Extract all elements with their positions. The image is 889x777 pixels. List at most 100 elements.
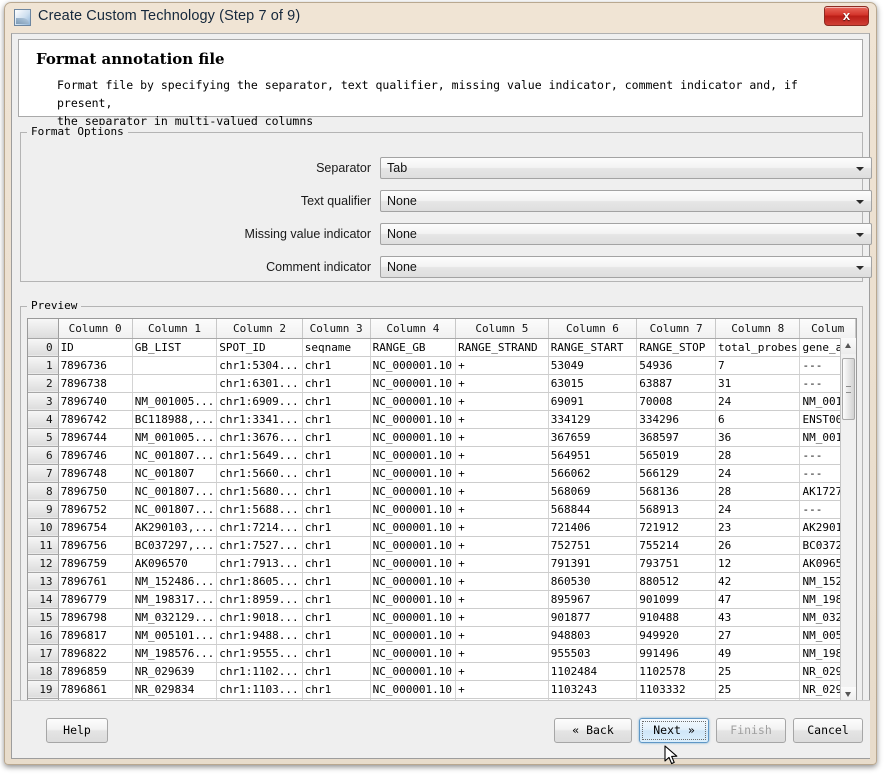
table-cell[interactable]: + — [456, 590, 549, 608]
table-cell[interactable]: chr1:3676... — [217, 428, 303, 446]
table-cell[interactable]: 568136 — [637, 482, 716, 500]
row-header[interactable]: 7 — [28, 464, 58, 482]
close-button[interactable]: x — [824, 6, 869, 26]
table-cell[interactable]: 12 — [716, 554, 800, 572]
cancel-button[interactable]: Cancel — [793, 718, 863, 743]
table-cell[interactable]: 47 — [716, 590, 800, 608]
table-cell[interactable]: 991496 — [637, 644, 716, 662]
table-cell[interactable]: 27 — [716, 626, 800, 644]
comment-indicator-dropdown[interactable]: None — [380, 256, 872, 278]
table-cell[interactable]: 7896822 — [58, 644, 132, 662]
table-cell[interactable]: 28 — [716, 482, 800, 500]
table-cell[interactable]: NC_000001.10 — [370, 590, 456, 608]
table-cell[interactable]: chr1:5649... — [217, 446, 303, 464]
table-cell[interactable]: NC_000001.10 — [370, 680, 456, 698]
table-cell[interactable]: 7896761 — [58, 572, 132, 590]
table-cell[interactable]: chr1 — [302, 626, 370, 644]
row-header[interactable]: 18 — [28, 662, 58, 680]
table-row[interactable]: 87896750NC_001807...chr1:5680...chr1NC_0… — [28, 482, 856, 500]
column-header-9[interactable]: Colum — [800, 319, 856, 338]
table-cell[interactable]: chr1:7214... — [217, 518, 303, 536]
table-cell[interactable]: chr1 — [302, 662, 370, 680]
table-cell[interactable]: 7896817 — [58, 626, 132, 644]
table-cell[interactable]: + — [456, 536, 549, 554]
table-cell[interactable]: NM_001005... — [132, 428, 216, 446]
table-cell[interactable]: 1102484 — [548, 662, 637, 680]
table-row[interactable]: 157896798NM_032129...chr1:9018...chr1NC_… — [28, 608, 856, 626]
table-cell[interactable]: 7896756 — [58, 536, 132, 554]
table-cell[interactable]: 7896744 — [58, 428, 132, 446]
table-cell[interactable]: 793751 — [637, 554, 716, 572]
table-cell[interactable]: NC_001807... — [132, 482, 216, 500]
table-cell[interactable]: + — [456, 680, 549, 698]
table-cell[interactable]: chr1 — [302, 572, 370, 590]
table-row[interactable]: 167896817NM_005101...chr1:9488...chr1NC_… — [28, 626, 856, 644]
table-cell[interactable]: NC_000001.10 — [370, 392, 456, 410]
table-cell[interactable]: ID — [58, 338, 132, 356]
table-cell[interactable]: chr1:5660... — [217, 464, 303, 482]
row-header[interactable]: 16 — [28, 626, 58, 644]
table-cell[interactable]: chr1:7913... — [217, 554, 303, 572]
row-header[interactable]: 1 — [28, 356, 58, 374]
table-cell[interactable]: 7896754 — [58, 518, 132, 536]
table-cell[interactable]: 955503 — [548, 644, 637, 662]
column-header-2[interactable]: Column 2 — [217, 319, 303, 338]
table-row[interactable]: 77896748NC_001807chr1:5660...chr1NC_0000… — [28, 464, 856, 482]
table-row[interactable]: 177896822NM_198576...chr1:9555...chr1NC_… — [28, 644, 856, 662]
table-cell[interactable]: NC_000001.10 — [370, 626, 456, 644]
table-cell[interactable]: RANGE_START — [548, 338, 637, 356]
table-cell[interactable]: + — [456, 410, 549, 428]
table-row[interactable]: 67896746NC_001807...chr1:5649...chr1NC_0… — [28, 446, 856, 464]
table-row[interactable]: 107896754AK290103,...chr1:7214...chr1NC_… — [28, 518, 856, 536]
table-cell[interactable]: chr1:3341... — [217, 410, 303, 428]
table-cell[interactable]: 7896759 — [58, 554, 132, 572]
next-button[interactable]: Next » — [639, 718, 709, 743]
table-cell[interactable]: 26 — [716, 536, 800, 554]
table-row[interactable]: 37896740NM_001005...chr1:6909...chr1NC_0… — [28, 392, 856, 410]
table-cell[interactable]: 69091 — [548, 392, 637, 410]
table-cell[interactable]: NC_001807 — [132, 464, 216, 482]
table-cell[interactable]: 7896859 — [58, 662, 132, 680]
scroll-up-button[interactable] — [841, 338, 856, 354]
table-cell[interactable]: 755214 — [637, 536, 716, 554]
table-cell[interactable]: NC_000001.10 — [370, 518, 456, 536]
table-cell[interactable]: + — [456, 554, 549, 572]
table-cell[interactable]: chr1 — [302, 590, 370, 608]
table-cell[interactable]: 7896748 — [58, 464, 132, 482]
table-cell[interactable]: 566129 — [637, 464, 716, 482]
column-header-3[interactable]: Column 3 — [302, 319, 370, 338]
table-cell[interactable]: + — [456, 482, 549, 500]
table-cell[interactable]: 63887 — [637, 374, 716, 392]
table-cell[interactable]: 334129 — [548, 410, 637, 428]
table-cell[interactable]: + — [456, 464, 549, 482]
row-header[interactable]: 9 — [28, 500, 58, 518]
table-cell[interactable]: 7896740 — [58, 392, 132, 410]
table-cell[interactable]: 7896861 — [58, 680, 132, 698]
table-cell[interactable]: NC_000001.10 — [370, 536, 456, 554]
table-cell[interactable]: NM_152486... — [132, 572, 216, 590]
table-cell[interactable]: BC118988,... — [132, 410, 216, 428]
table-cell[interactable]: 880512 — [637, 572, 716, 590]
table-row[interactable]: 187896859NR_029639chr1:1102...chr1NC_000… — [28, 662, 856, 680]
table-cell[interactable]: 49 — [716, 644, 800, 662]
table-cell[interactable]: chr1 — [302, 392, 370, 410]
table-cell[interactable]: chr1 — [302, 356, 370, 374]
row-header[interactable]: 0 — [28, 338, 58, 356]
table-cell[interactable]: + — [456, 518, 549, 536]
table-cell[interactable]: 1102578 — [637, 662, 716, 680]
table-cell[interactable]: chr1 — [302, 446, 370, 464]
table-cell[interactable]: 28 — [716, 446, 800, 464]
table-row[interactable]: 117896756BC037297,...chr1:7527...chr1NC_… — [28, 536, 856, 554]
table-cell[interactable]: NC_000001.10 — [370, 464, 456, 482]
table-cell[interactable]: 7896779 — [58, 590, 132, 608]
preview-table[interactable]: Column 0Column 1Column 2Column 3Column 4… — [28, 319, 856, 704]
table-cell[interactable]: 564951 — [548, 446, 637, 464]
table-row[interactable]: 197896861NR_029834chr1:1103...chr1NC_000… — [28, 680, 856, 698]
table-cell[interactable]: 568844 — [548, 500, 637, 518]
column-header-5[interactable]: Column 5 — [456, 319, 549, 338]
row-header[interactable]: 5 — [28, 428, 58, 446]
table-cell[interactable]: 36 — [716, 428, 800, 446]
table-cell[interactable]: 7896746 — [58, 446, 132, 464]
row-header[interactable]: 2 — [28, 374, 58, 392]
table-cell[interactable]: NC_000001.10 — [370, 428, 456, 446]
